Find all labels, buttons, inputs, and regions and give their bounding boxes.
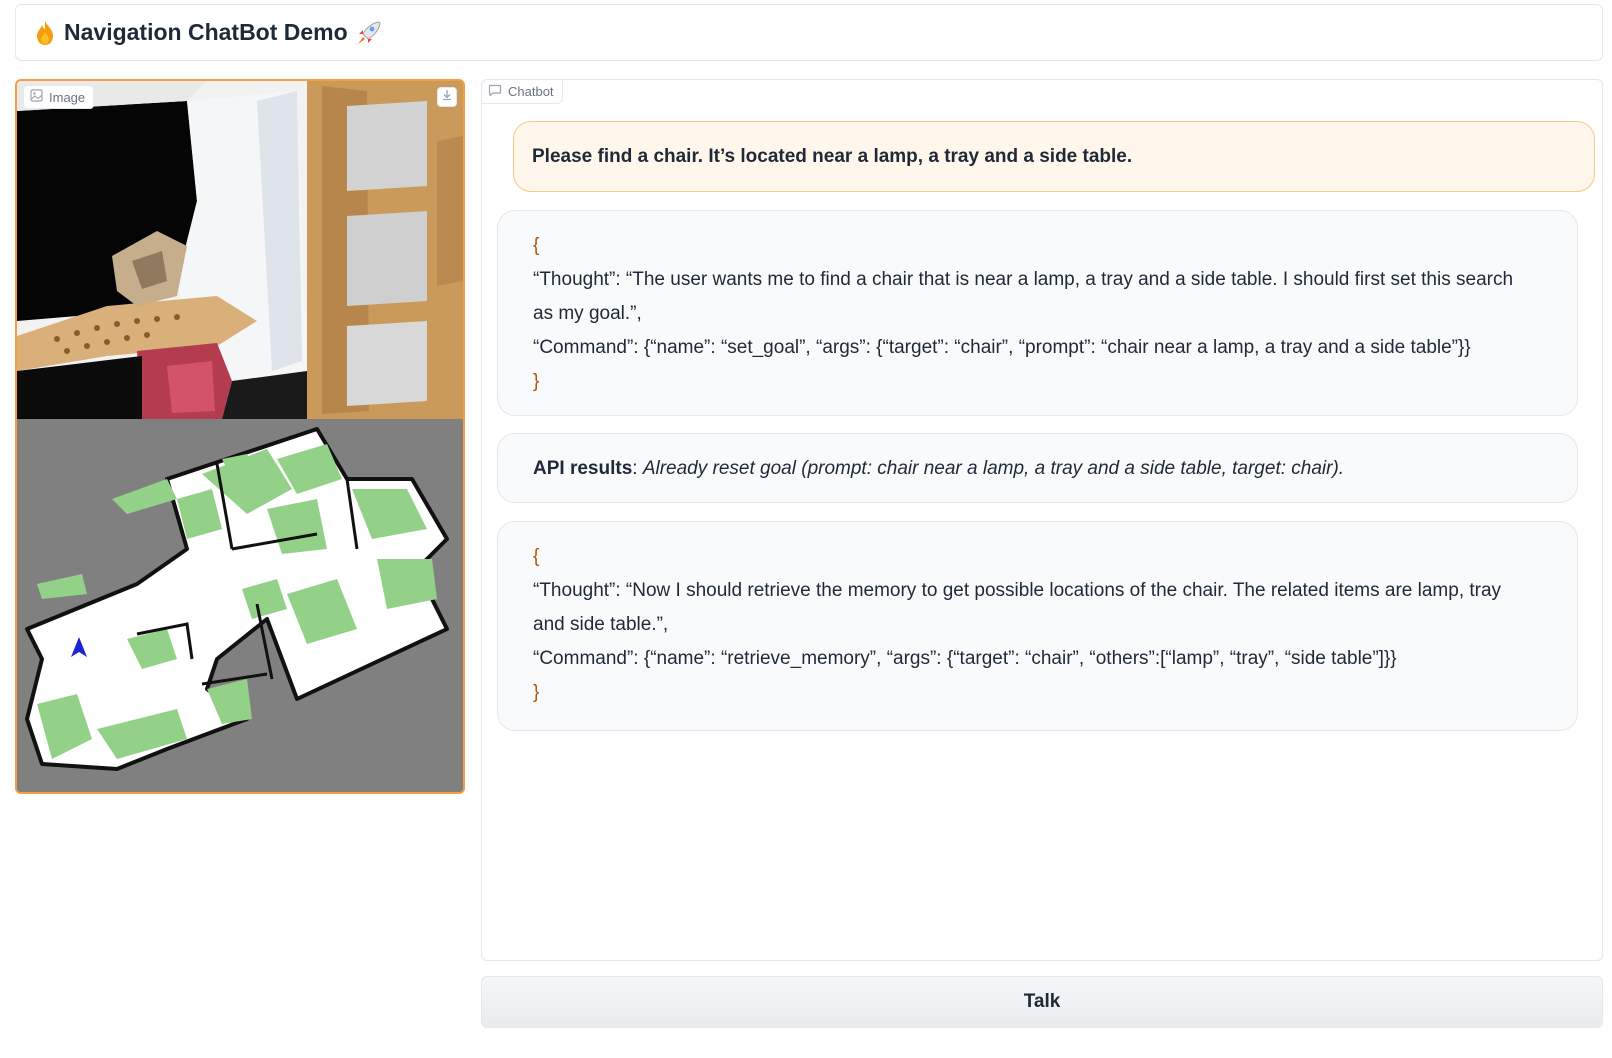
download-button[interactable]: [437, 87, 457, 107]
user-message: Please find a chair. It’s located near a…: [513, 121, 1595, 192]
bot-message-line: “Command”: {“name”: “set_goal”, “args”: …: [533, 337, 1471, 358]
api-result-label: API results: [533, 458, 633, 479]
bot-message: { “Thought”: “The user wants me to find …: [497, 210, 1578, 416]
json-brace: {: [533, 546, 540, 567]
semantic-map-image: [17, 419, 463, 792]
bot-message-line: “Thought”: “Now I should retrieve the me…: [533, 580, 1502, 601]
bot-message: { “Thought”: “Now I should retrieve the …: [497, 521, 1578, 731]
json-brace: }: [533, 682, 540, 703]
app-header: Navigation ChatBot Demo: [15, 4, 1603, 61]
bot-message-line: and side table.”,: [533, 614, 669, 635]
chat-icon: [488, 84, 502, 100]
download-icon: [441, 88, 453, 106]
user-message-text: Please find a chair. It’s located near a…: [532, 145, 1133, 167]
api-result-separator: :: [632, 458, 643, 479]
fire-icon: [34, 20, 56, 46]
image-panel: Image: [15, 79, 465, 794]
image-label-tab: Image: [23, 85, 95, 109]
chatbot-panel: Chatbot Please find a chair. It’s locate…: [481, 79, 1603, 961]
api-result-message: API results: Already reset goal (prompt:…: [497, 433, 1578, 503]
rocket-icon: [354, 20, 382, 46]
page-title: Navigation ChatBot Demo: [64, 19, 348, 45]
json-brace: {: [533, 235, 540, 256]
chatbot-label: Chatbot: [508, 84, 554, 99]
chatbot-label-tab: Chatbot: [482, 80, 563, 104]
bot-message-line: as my goal.”,: [533, 303, 642, 324]
bot-message-line: “Command”: {“name”: “retrieve_memory”, “…: [533, 648, 1397, 669]
page-title-wrap: Navigation ChatBot Demo: [34, 19, 382, 46]
json-brace: }: [533, 371, 540, 392]
talk-button[interactable]: Talk: [481, 976, 1603, 1028]
bot-message-line: “Thought”: “The user wants me to find a …: [533, 269, 1514, 290]
api-result-line: API results: Already reset goal (prompt:…: [533, 452, 1557, 486]
api-result-text: Already reset goal (prompt: chair near a…: [642, 458, 1345, 479]
image-label: Image: [49, 89, 86, 105]
image-icon: [30, 89, 43, 105]
camera-view-image: [17, 81, 463, 419]
